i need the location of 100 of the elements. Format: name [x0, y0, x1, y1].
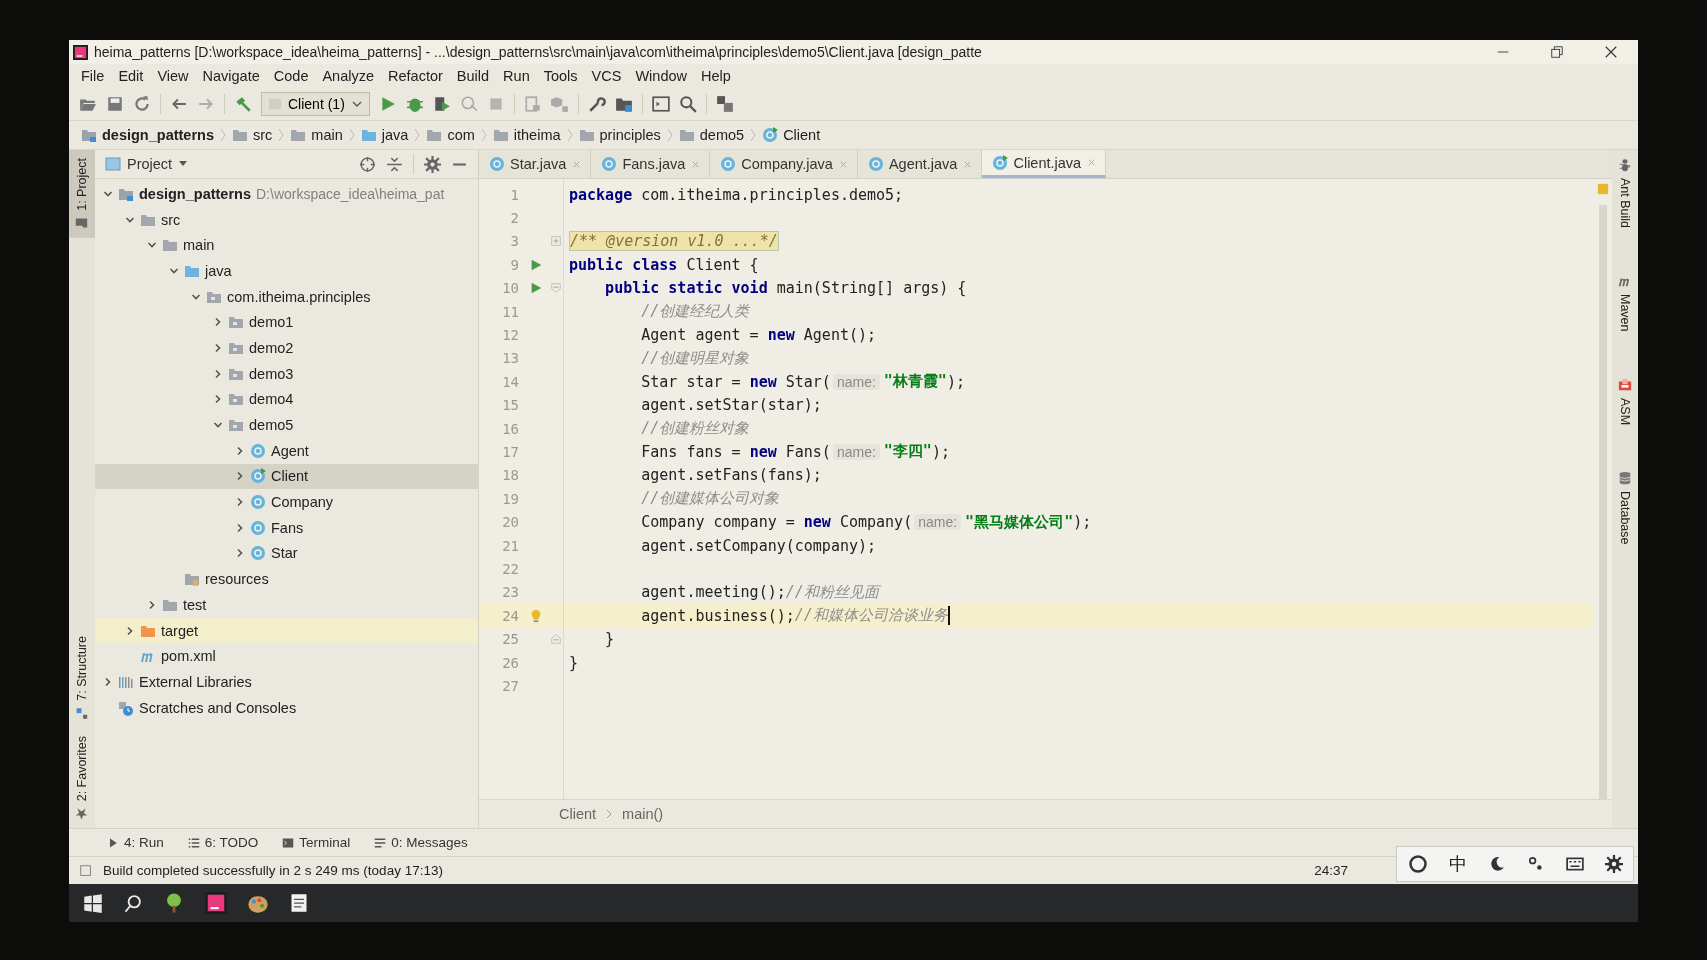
- keyboard-icon[interactable]: [1565, 855, 1584, 873]
- start-icon[interactable]: [83, 893, 103, 913]
- tool-window-tab[interactable]: Database: [1612, 462, 1638, 553]
- punctuation-icon[interactable]: [1526, 855, 1545, 873]
- close-icon[interactable]: [1604, 45, 1618, 59]
- menu-item[interactable]: Navigate: [196, 66, 266, 86]
- tool-window-tab[interactable]: 2: Favorites: [69, 727, 95, 828]
- breadcrumb-item[interactable]: Client: [762, 127, 821, 143]
- run-icon[interactable]: [529, 257, 543, 272]
- tree-item[interactable]: Scratches and Consoles: [95, 694, 478, 721]
- restore-icon[interactable]: [1550, 45, 1564, 59]
- run-configuration-dropdown[interactable]: Client (1): [261, 92, 370, 116]
- menu-item[interactable]: Refactor: [382, 66, 449, 86]
- editor-tab[interactable]: Company.java: [710, 150, 858, 178]
- tree-item[interactable]: demo4: [95, 386, 478, 413]
- hammer-icon[interactable]: [234, 95, 252, 113]
- coverage-icon[interactable]: [432, 95, 451, 113]
- menu-item[interactable]: Run: [497, 66, 536, 86]
- menu-item[interactable]: Build: [450, 66, 496, 86]
- tree-item[interactable]: External Libraries: [95, 669, 478, 695]
- tree-item[interactable]: main: [95, 232, 478, 259]
- cursor-position[interactable]: 24:37: [1314, 863, 1348, 878]
- notepad-app-icon[interactable]: [289, 893, 309, 913]
- tree-item[interactable]: Company: [95, 489, 478, 515]
- menu-item[interactable]: File: [75, 66, 111, 86]
- breadcrumb-item[interactable]: com: [426, 127, 475, 143]
- save-icon[interactable]: [106, 95, 124, 113]
- tree-item[interactable]: Client: [95, 463, 478, 490]
- separator-icon: [606, 808, 613, 820]
- tree-item[interactable]: src: [95, 206, 478, 233]
- refresh-icon[interactable]: [133, 95, 151, 113]
- breadcrumb-item[interactable]: design_patterns: [81, 127, 214, 143]
- breadcrumb-item[interactable]: main: [290, 127, 343, 143]
- tree-item[interactable]: design_patterns D:\workspace_idea\heima_pat: [95, 181, 478, 207]
- tool-window-tab[interactable]: 7: Structure: [69, 628, 95, 728]
- tool-window-tab[interactable]: 0: Messages: [374, 835, 468, 850]
- debug-bug-icon[interactable]: [405, 95, 424, 113]
- tree-item[interactable]: Star: [95, 540, 478, 567]
- menu-item[interactable]: Analyze: [316, 66, 381, 86]
- tree-item[interactable]: test: [95, 592, 478, 618]
- tree-item[interactable]: Fans: [95, 514, 478, 541]
- run-icon[interactable]: [529, 281, 543, 296]
- tool-window-tab[interactable]: ASM: [1612, 369, 1638, 433]
- tool-window-tab[interactable]: Terminal: [282, 835, 351, 850]
- editor-tab[interactable]: Fans.java: [591, 150, 711, 178]
- ide-app-icon[interactable]: [205, 892, 227, 914]
- wrench-icon[interactable]: [587, 95, 606, 113]
- line-number: 27: [501, 677, 520, 694]
- analysis-status-icon: [1597, 183, 1609, 195]
- breadcrumb-item[interactable]: itheima: [492, 127, 561, 143]
- code-line: //创建媒体公司对象: [640, 488, 781, 510]
- code-line: agent.meeting();//和粉丝见面: [640, 581, 882, 604]
- breadcrumb-item[interactable]: demo5: [678, 127, 745, 143]
- menu-item[interactable]: Tools: [537, 66, 584, 86]
- tool-window-tab[interactable]: 4: Run: [107, 835, 164, 850]
- class-icon: [250, 494, 266, 511]
- menu-item[interactable]: Edit: [112, 66, 150, 86]
- module-folder-icon: [81, 127, 97, 143]
- tree-item[interactable]: demo2: [95, 335, 478, 361]
- breadcrumb-item[interactable]: Client: [559, 806, 597, 822]
- collapse-all-icon[interactable]: [386, 155, 403, 173]
- breadcrumb-item[interactable]: src: [232, 127, 273, 143]
- search-icon[interactable]: [678, 95, 697, 113]
- database-icon: [1618, 470, 1632, 485]
- tool-window-tab[interactable]: Ant Build: [1612, 150, 1638, 237]
- scrollbar[interactable]: [1599, 205, 1607, 799]
- menu-item[interactable]: Help: [695, 66, 737, 86]
- menu-item[interactable]: View: [151, 66, 195, 86]
- package-folder-icon: [228, 314, 244, 331]
- tree-item[interactable]: demo3: [95, 360, 478, 387]
- breadcrumb-item[interactable]: java: [360, 127, 409, 143]
- tree-item[interactable]: target: [95, 617, 478, 644]
- tool-window-tab[interactable]: 6: TODO: [187, 835, 259, 850]
- breadcrumb-item[interactable]: main(): [622, 806, 664, 822]
- tree-item[interactable]: resources: [95, 566, 478, 592]
- tree-item[interactable]: pom.xml: [95, 643, 478, 670]
- menu-item[interactable]: VCS: [585, 66, 628, 86]
- menu-item[interactable]: Code: [267, 66, 315, 86]
- database-tool-icon[interactable]: [715, 95, 734, 113]
- tree-item[interactable]: Agent: [95, 437, 478, 464]
- editor-tab[interactable]: Client.java: [982, 150, 1107, 178]
- ime-mode[interactable]: 中: [1448, 852, 1467, 876]
- tree-item[interactable]: java: [95, 258, 478, 284]
- line-number: 14: [501, 373, 520, 390]
- tree-item[interactable]: demo5: [95, 412, 478, 438]
- editor-tab[interactable]: Star.java: [479, 150, 592, 178]
- tree-item[interactable]: demo1: [95, 309, 478, 336]
- tree-item[interactable]: com.itheima.principles: [95, 283, 478, 310]
- breadcrumb-item[interactable]: principles: [578, 127, 661, 143]
- menu-item[interactable]: Window: [629, 66, 693, 86]
- separator-icon: [348, 128, 355, 142]
- project-structure-icon[interactable]: [614, 95, 633, 113]
- project-view-dropdown[interactable]: Project: [105, 156, 189, 172]
- search-icon[interactable]: [123, 893, 143, 913]
- tool-window-tab[interactable]: Maven: [1612, 266, 1638, 340]
- window-icon[interactable]: [651, 95, 670, 113]
- settings-icon[interactable]: [1604, 855, 1623, 873]
- line-number: 19: [501, 490, 520, 507]
- crosshair-icon[interactable]: [359, 155, 376, 173]
- tool-window-tab[interactable]: 1: Project: [69, 150, 95, 238]
